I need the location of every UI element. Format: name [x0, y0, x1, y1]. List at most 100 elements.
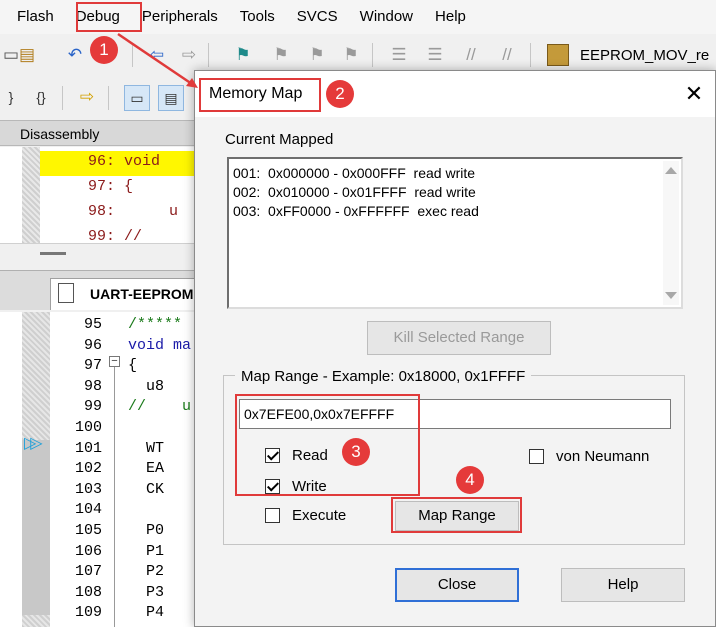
annotation-badge: 1: [90, 36, 118, 64]
unindent-icon[interactable]: ☰: [424, 44, 446, 66]
memory-map-dialog: Memory Map ✕ Current Mapped 001: 0x00000…: [194, 70, 716, 627]
code-line: void ma: [128, 337, 192, 354]
mapped-ranges-list[interactable]: 001: 0x000000 - 0x000FFF read write 002:…: [227, 157, 683, 309]
menu-peripherals[interactable]: Peripherals: [131, 0, 229, 34]
annotation-box-range: [235, 394, 420, 496]
navigate-forward-icon[interactable]: ⇨: [178, 44, 200, 66]
menu-tools[interactable]: Tools: [229, 0, 286, 34]
close-icon[interactable]: ✕: [681, 81, 707, 107]
file-tab-label[interactable]: UART-EEPROM: [90, 286, 193, 302]
execute-label: Execute: [292, 507, 347, 524]
uncomment-icon[interactable]: //: [496, 44, 518, 66]
navigate-back-icon[interactable]: ⇦: [146, 44, 168, 66]
list-scrollbar[interactable]: [663, 161, 679, 305]
toolbar-separator: [108, 86, 109, 110]
mapped-range-item[interactable]: 002: 0x010000 - 0x01FFFF read write: [233, 184, 476, 200]
annotation-badge: 3: [342, 438, 370, 466]
line-number: 109: [74, 604, 102, 621]
code-line: P4: [128, 604, 165, 621]
kill-selected-range-button[interactable]: Kill Selected Range: [367, 321, 551, 355]
fold-guide: [114, 367, 115, 627]
project-name[interactable]: EEPROM_MOV_re: [580, 47, 709, 64]
file-icon: [58, 283, 74, 303]
code-line: // u: [128, 398, 192, 415]
execute-checkbox-row[interactable]: Execute: [265, 507, 346, 524]
code-line: WT: [128, 440, 165, 457]
code-line: P2: [128, 563, 165, 580]
toolbar-separator: [530, 43, 531, 67]
disassembly-window-icon: ▤: [164, 90, 178, 106]
screenshot-root: Flash Debug Peripherals Tools SVCS Windo…: [0, 0, 716, 627]
annotation-badge: 4: [456, 466, 484, 494]
disassembly-line: 98: u: [88, 203, 179, 220]
disassembly-line: 96: void: [88, 153, 170, 170]
von-neumann-checkbox[interactable]: [529, 449, 544, 464]
command-window-icon: ▭: [130, 90, 144, 106]
code-gutter-coverage: [22, 440, 50, 615]
code-line: EA: [128, 460, 165, 477]
bookmark-icon[interactable]: ⚑: [232, 44, 254, 66]
code-line: P1: [128, 543, 165, 560]
line-number: 100: [74, 419, 102, 436]
annotation-box-title: [199, 78, 321, 112]
fold-toggle-icon[interactable]: −: [109, 356, 120, 367]
disassembly-scrollbar[interactable]: [0, 243, 200, 263]
annotation-box-map-range: [391, 497, 522, 533]
toolbar-separator: [132, 43, 133, 67]
von-neumann-checkbox-row[interactable]: von Neumann: [529, 448, 649, 465]
disassembly-title: Disassembly: [20, 126, 100, 142]
disassembly-line: 97: {: [88, 178, 134, 195]
project-icon[interactable]: [547, 44, 569, 66]
code-line: P3: [128, 584, 165, 601]
line-number: 107: [74, 563, 102, 580]
indent-icon[interactable]: ☰: [388, 44, 410, 66]
line-number: 101: [74, 440, 102, 457]
code-line: u8: [128, 378, 165, 395]
line-number: 99: [83, 398, 102, 415]
annotation-box-debug: [76, 2, 142, 32]
annotation-badge: 2: [326, 80, 354, 108]
comment-icon[interactable]: //: [460, 44, 482, 66]
line-number: 97: [83, 357, 102, 374]
execution-pointer-icon: ▷▷: [24, 435, 42, 452]
line-number: 102: [74, 460, 102, 477]
line-number: 103: [74, 481, 102, 498]
line-number: 95: [83, 316, 102, 333]
von-neumann-label: von Neumann: [556, 448, 650, 465]
line-number: 104: [74, 501, 102, 518]
mapped-range-item[interactable]: 003: 0xFF0000 - 0xFFFFFF exec read: [233, 203, 479, 219]
line-number: 108: [74, 584, 102, 601]
help-button[interactable]: Help: [561, 568, 685, 602]
menu-help[interactable]: Help: [424, 0, 477, 34]
toolbar-separator: [372, 43, 373, 67]
undo-icon[interactable]: ↶: [64, 44, 86, 66]
step-out-icon[interactable]: {}: [30, 86, 52, 108]
paste-icon[interactable]: ▤: [16, 44, 38, 66]
step-over-icon[interactable]: }: [0, 86, 22, 108]
code-line: {: [128, 357, 138, 374]
code-line: /*****: [128, 316, 183, 333]
toolbar-separator: [62, 86, 63, 110]
code-line: CK: [128, 481, 165, 498]
current-mapped-label: Current Mapped: [225, 131, 334, 148]
execute-checkbox[interactable]: [265, 508, 280, 523]
line-number: 98: [83, 378, 102, 395]
clear-bookmarks-icon[interactable]: ⚑: [340, 44, 362, 66]
menu-svcs[interactable]: SVCS: [286, 0, 349, 34]
close-button[interactable]: Close: [395, 568, 519, 602]
prev-bookmark-icon[interactable]: ⚑: [270, 44, 292, 66]
mapped-range-item[interactable]: 001: 0x000000 - 0x000FFF read write: [233, 165, 475, 181]
next-bookmark-icon[interactable]: ⚑: [306, 44, 328, 66]
scroll-down-icon[interactable]: [665, 292, 677, 299]
menu-flash[interactable]: Flash: [0, 0, 65, 34]
code-line: P0: [128, 522, 165, 539]
scroll-up-icon[interactable]: [665, 167, 677, 174]
map-range-legend: Map Range - Example: 0x18000, 0x1FFFF: [235, 368, 532, 385]
menu-window[interactable]: Window: [349, 0, 424, 34]
scrollbar-thumb[interactable]: [40, 252, 66, 255]
disassembly-gutter: [22, 147, 40, 243]
toolbar-separator: [208, 43, 209, 67]
line-number: 96: [83, 337, 102, 354]
line-number: 105: [74, 522, 102, 539]
run-to-cursor-icon[interactable]: ⇨: [76, 86, 98, 108]
